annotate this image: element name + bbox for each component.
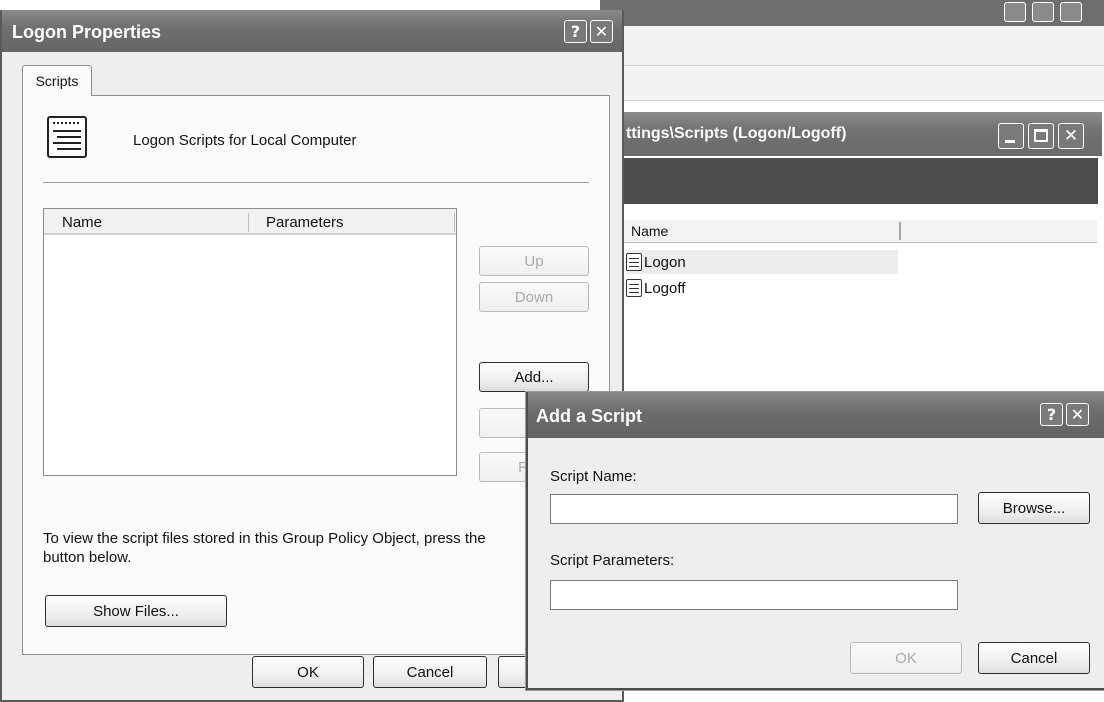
script-parameters-label: Script Parameters: xyxy=(550,552,675,569)
browse-button[interactable]: Browse... xyxy=(978,492,1090,524)
scripts-list[interactable]: Name Parameters xyxy=(43,208,457,476)
background-maximize-icon[interactable] xyxy=(1032,2,1054,22)
mmc-window-title: ttings\Scripts (Logon/Logoff) xyxy=(626,125,847,142)
cancel-button[interactable]: Cancel xyxy=(978,642,1090,674)
background-minimize-icon[interactable] xyxy=(1004,2,1026,22)
column-header-parameters[interactable]: Parameters xyxy=(266,214,344,231)
mmc-item-label: Logoff xyxy=(644,279,686,297)
mmc-column-name[interactable]: Name xyxy=(631,223,668,239)
script-name-label: Script Name: xyxy=(550,468,637,485)
script-icon xyxy=(626,279,642,297)
help-icon[interactable]: ? xyxy=(1040,403,1063,426)
close-icon[interactable]: ✕ xyxy=(1066,403,1089,426)
mmc-list-header: Name xyxy=(623,220,1097,243)
add-script-dialog: Add a Script ? ✕ Script Name: Browse... … xyxy=(526,392,1104,690)
add-button[interactable]: Add... xyxy=(479,362,589,392)
background-close-icon[interactable] xyxy=(1060,2,1082,22)
scripts-list-header: Name Parameters xyxy=(44,209,456,235)
divider xyxy=(43,182,589,183)
tab-scripts[interactable]: Scripts xyxy=(22,65,92,96)
cancel-button[interactable]: Cancel xyxy=(373,656,487,688)
help-icon[interactable]: ? xyxy=(564,20,587,43)
ok-button[interactable]: OK xyxy=(252,656,364,688)
mmc-column-divider[interactable] xyxy=(899,222,901,240)
logon-dialog-titlebar: Logon Properties ? ✕ xyxy=(2,10,622,52)
script-parameters-input[interactable] xyxy=(550,580,958,610)
mmc-list-item-logon[interactable]: Logon xyxy=(626,250,898,274)
column-header-name[interactable]: Name xyxy=(62,214,102,231)
up-button[interactable]: Up xyxy=(479,246,589,276)
info-text: To view the script files stored in this … xyxy=(43,530,486,566)
add-script-title: Add a Script xyxy=(536,406,643,426)
down-button[interactable]: Down xyxy=(479,282,589,312)
close-icon[interactable]: ✕ xyxy=(590,20,613,43)
scripts-tab-panel: Logon Scripts for Local Computer Name Pa… xyxy=(22,95,610,655)
mmc-maximize-icon[interactable] xyxy=(1028,123,1054,149)
logon-dialog-title: Logon Properties xyxy=(12,22,162,42)
mmc-list-item-logoff[interactable]: Logoff xyxy=(626,276,898,300)
mmc-titlebar: ttings\Scripts (Logon/Logoff) ✕ xyxy=(618,112,1102,156)
scripts-heading: Logon Scripts for Local Computer xyxy=(133,132,357,149)
show-files-button[interactable]: Show Files... xyxy=(45,595,227,627)
column-divider[interactable] xyxy=(454,213,455,232)
mmc-minimize-icon[interactable] xyxy=(998,123,1024,149)
add-script-titlebar: Add a Script ? ✕ xyxy=(528,392,1104,438)
mmc-banner xyxy=(618,158,1098,204)
script-file-icon xyxy=(47,116,87,158)
script-name-input[interactable] xyxy=(550,494,958,524)
background-window-titlebar xyxy=(600,0,1104,26)
mmc-close-icon[interactable]: ✕ xyxy=(1058,123,1084,149)
ok-button[interactable]: OK xyxy=(850,642,962,674)
background-menubar xyxy=(600,26,1104,66)
background-toolbar xyxy=(600,67,1104,101)
script-icon xyxy=(626,253,642,271)
mmc-item-label: Logon xyxy=(644,253,686,271)
column-divider[interactable] xyxy=(248,213,249,232)
